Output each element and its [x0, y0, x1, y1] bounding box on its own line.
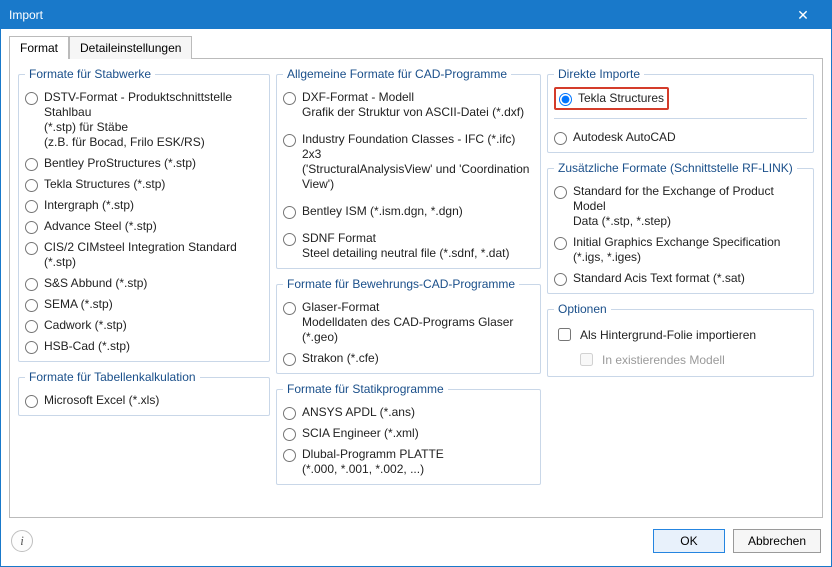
legend-cad: Allgemeine Formate für CAD-Programme	[283, 67, 511, 81]
radio-tekla-direct[interactable]: Tekla Structures	[557, 90, 666, 107]
legend-bewehrung: Formate für Bewehrungs-CAD-Programme	[283, 277, 519, 291]
close-icon[interactable]: ✕	[783, 7, 823, 24]
footer: i OK Abbrechen	[1, 524, 831, 566]
radio-intergraph[interactable]: Intergraph (*.stp)	[25, 195, 263, 216]
radio-dstv[interactable]: DSTV-Format - Produktschnittstelle Stahl…	[25, 87, 263, 153]
dialog-window: Import ✕ Format Detaileinstellungen Form…	[0, 0, 832, 567]
ok-button[interactable]: OK	[653, 529, 725, 553]
column-3: Direkte Importe Tekla Structures Autodes…	[547, 67, 814, 509]
radio-scia[interactable]: SCIA Engineer (*.xml)	[283, 423, 534, 444]
separator	[554, 118, 807, 119]
group-cad: Allgemeine Formate für CAD-Programme DXF…	[276, 67, 541, 269]
cancel-button[interactable]: Abbrechen	[733, 529, 821, 553]
radio-tekla-stp[interactable]: Tekla Structures (*.stp)	[25, 174, 263, 195]
radio-cis2[interactable]: CIS/2 CIMsteel Integration Standard (*.s…	[25, 237, 263, 273]
radio-ifc[interactable]: Industry Foundation Classes - IFC (*.ifc…	[283, 129, 534, 195]
group-stabwerke: Formate für Stabwerke DSTV-Format - Prod…	[18, 67, 270, 362]
radio-sat[interactable]: Standard Acis Text format (*.sat)	[554, 268, 807, 289]
radio-excel[interactable]: Microsoft Excel (*.xls)	[25, 390, 263, 411]
radio-bentley-pro[interactable]: Bentley ProStructures (*.stp)	[25, 153, 263, 174]
radio-bentley-ism[interactable]: Bentley ISM (*.ism.dgn, *.dgn)	[283, 201, 534, 222]
legend-stabwerke: Formate für Stabwerke	[25, 67, 155, 81]
legend-rflink: Zusätzliche Formate (Schnittstelle RF-LI…	[554, 161, 797, 175]
legend-statik: Formate für Statikprogramme	[283, 382, 448, 396]
radio-iges[interactable]: Initial Graphics Exchange Specification(…	[554, 232, 807, 268]
radio-platte[interactable]: Dlubal-Programm PLATTE(*.000, *.001, *.0…	[283, 444, 534, 480]
help-icon[interactable]: i	[11, 530, 33, 552]
tab-detail[interactable]: Detaileinstellungen	[69, 36, 192, 59]
check-hintergrund[interactable]: Als Hintergrund-Folie importieren	[554, 322, 807, 347]
tab-format[interactable]: Format	[9, 36, 69, 59]
group-bewehrung: Formate für Bewehrungs-CAD-Programme Gla…	[276, 277, 541, 374]
radio-ss-abbund[interactable]: S&S Abbund (*.stp)	[25, 273, 263, 294]
radio-cadwork[interactable]: Cadwork (*.stp)	[25, 315, 263, 336]
tab-panel-format: Formate für Stabwerke DSTV-Format - Prod…	[9, 58, 823, 518]
legend-optionen: Optionen	[554, 302, 611, 316]
radio-dxf[interactable]: DXF-Format - ModellGrafik der Struktur v…	[283, 87, 534, 123]
radio-hsb-cad[interactable]: HSB-Cad (*.stp)	[25, 336, 263, 357]
group-optionen: Optionen Als Hintergrund-Folie importier…	[547, 302, 814, 377]
group-direkte: Direkte Importe Tekla Structures Autodes…	[547, 67, 814, 153]
radio-strakon[interactable]: Strakon (*.cfe)	[283, 348, 534, 369]
highlighted-option: Tekla Structures	[554, 87, 669, 110]
group-statik: Formate für Statikprogramme ANSYS APDL (…	[276, 382, 541, 485]
group-tabellen: Formate für Tabellenkalkulation Microsof…	[18, 370, 270, 416]
column-2: Allgemeine Formate für CAD-Programme DXF…	[276, 67, 541, 509]
titlebar: Import ✕	[1, 1, 831, 29]
radio-sema[interactable]: SEMA (*.stp)	[25, 294, 263, 315]
radio-autocad[interactable]: Autodesk AutoCAD	[554, 127, 807, 148]
group-rflink: Zusätzliche Formate (Schnittstelle RF-LI…	[547, 161, 814, 294]
legend-direkte: Direkte Importe	[554, 67, 644, 81]
radio-step[interactable]: Standard for the Exchange of Product Mod…	[554, 181, 807, 232]
legend-tabellen: Formate für Tabellenkalkulation	[25, 370, 200, 384]
radio-sdnf[interactable]: SDNF FormatSteel detailing neutral file …	[283, 228, 534, 264]
check-existierendes: In existierendes Modell	[576, 347, 807, 372]
tab-strip: Format Detaileinstellungen	[1, 29, 831, 58]
radio-ansys[interactable]: ANSYS APDL (*.ans)	[283, 402, 534, 423]
column-1: Formate für Stabwerke DSTV-Format - Prod…	[18, 67, 270, 509]
window-title: Import	[9, 8, 783, 22]
client-area: Format Detaileinstellungen Formate für S…	[1, 29, 831, 566]
radio-glaser[interactable]: Glaser-FormatModelldaten des CAD-Program…	[283, 297, 534, 348]
radio-advance-steel[interactable]: Advance Steel (*.stp)	[25, 216, 263, 237]
